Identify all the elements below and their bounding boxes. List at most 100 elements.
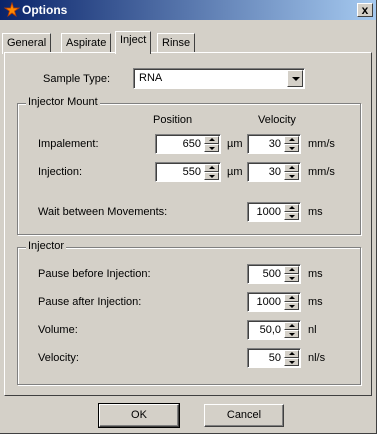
spin-buttons [284,136,299,152]
injector-mount-group: Injector Mount Position Velocity Impalem… [17,96,361,235]
arrow-down-icon [289,305,295,308]
spin-up-button[interactable] [284,204,299,212]
spin-up-button[interactable] [284,136,299,144]
spin-buttons [284,266,299,282]
spin-down-button[interactable] [284,358,299,366]
unit-label: nl [308,324,317,336]
cancel-button[interactable]: Cancel [204,404,284,427]
spin-up-button[interactable] [284,164,299,172]
arrow-down-icon [209,175,215,178]
arrow-up-icon [289,138,295,141]
close-icon: x [361,3,369,17]
arrow-down-icon [289,333,295,336]
spin-buttons [284,294,299,310]
arrow-up-icon [289,166,295,169]
unit-label: ms [308,268,323,280]
impalement-velocity-field[interactable]: 30 [247,134,301,154]
injection-velocity-field[interactable]: 30 [247,162,301,182]
tab-label: Inject [120,34,147,46]
unit-label: mm/s [308,166,335,178]
spin-buttons [204,164,219,180]
spin-value: 500 [262,268,281,280]
pause-before-label: Pause before Injection: [38,268,151,280]
spin-down-button[interactable] [204,144,219,152]
spin-down-button[interactable] [204,172,219,180]
ok-button[interactable]: OK [98,403,180,428]
chevron-down-icon [292,77,300,81]
spin-down-button[interactable] [284,274,299,282]
app-icon [4,2,20,18]
volume-field[interactable]: 50,0 [247,320,301,340]
velocity-label: Velocity: [38,352,79,364]
unit-label: µm [227,166,243,178]
unit-label: nl/s [308,352,326,364]
sample-type-select[interactable]: RNA [133,68,305,89]
tab-label: Aspirate [66,37,107,49]
injection-position-field[interactable]: 550 [155,162,221,182]
arrow-up-icon [289,324,295,327]
wait-field[interactable]: 1000 [247,202,301,222]
title-bar[interactable]: Options x [0,0,376,20]
unit-label: mm/s [308,138,335,150]
spin-value: 30 [268,138,281,150]
impalement-position-field[interactable]: 650 [155,134,221,154]
sample-type-label: Sample Type: [43,73,111,85]
spin-down-button[interactable] [284,172,299,180]
velocity-header: Velocity [258,114,296,126]
spin-value: 1000 [256,296,281,308]
spin-buttons [204,136,219,152]
tab-label: Rinse [162,37,191,49]
arrow-down-icon [209,147,215,150]
spin-value: 1000 [256,206,281,218]
wait-label: Wait between Movements: [38,206,168,218]
volume-label: Volume: [38,324,78,336]
cancel-label: Cancel [226,409,262,421]
injection-label: Injection: [38,166,83,178]
spin-up-button[interactable] [284,350,299,358]
tab-rinse[interactable]: Rinse [157,33,196,54]
injector-title: Injector [26,240,67,252]
arrow-up-icon [209,166,215,169]
spin-value: 50,0 [259,324,281,336]
spin-up-button[interactable] [284,294,299,302]
spin-value: 30 [268,166,281,178]
injector-group: Injector Pause before Injection: 500 ms … [17,240,361,385]
dropdown-button[interactable] [287,70,303,87]
spin-value: 550 [182,166,201,178]
close-button[interactable]: x [357,3,373,17]
spin-up-button[interactable] [284,266,299,274]
tab-inject[interactable]: Inject [115,31,152,54]
spin-buttons [284,350,299,366]
injector-mount-title: Injector Mount [26,96,100,108]
spin-up-button[interactable] [284,322,299,330]
impalement-label: Impalement: [38,138,99,150]
spin-down-button[interactable] [284,330,299,338]
tab-label: General [7,37,47,49]
arrow-up-icon [209,138,215,141]
position-header: Position [153,114,193,126]
pause-after-field[interactable]: 1000 [247,292,301,312]
spin-down-button[interactable] [284,144,299,152]
spin-up-button[interactable] [204,136,219,144]
tab-general[interactable]: General [2,33,52,54]
velocity-field[interactable]: 50 [247,348,301,368]
window-title: Options [22,3,68,17]
unit-label: ms [308,206,323,218]
spin-down-button[interactable] [284,302,299,310]
arrow-up-icon [289,268,295,271]
sample-type-value: RNA [139,72,163,84]
arrow-down-icon [289,147,295,150]
arrow-down-icon [289,215,295,218]
arrow-up-icon [289,206,295,209]
arrow-down-icon [289,175,295,178]
ok-label: OK [131,409,147,421]
arrow-down-icon [289,277,295,280]
unit-label: ms [308,296,323,308]
spin-down-button[interactable] [284,212,299,220]
tab-aspirate[interactable]: Aspirate [61,33,112,54]
spin-value: 650 [182,138,201,150]
spin-up-button[interactable] [204,164,219,172]
spin-buttons [284,164,299,180]
pause-before-field[interactable]: 500 [247,264,301,284]
spin-buttons [284,204,299,220]
